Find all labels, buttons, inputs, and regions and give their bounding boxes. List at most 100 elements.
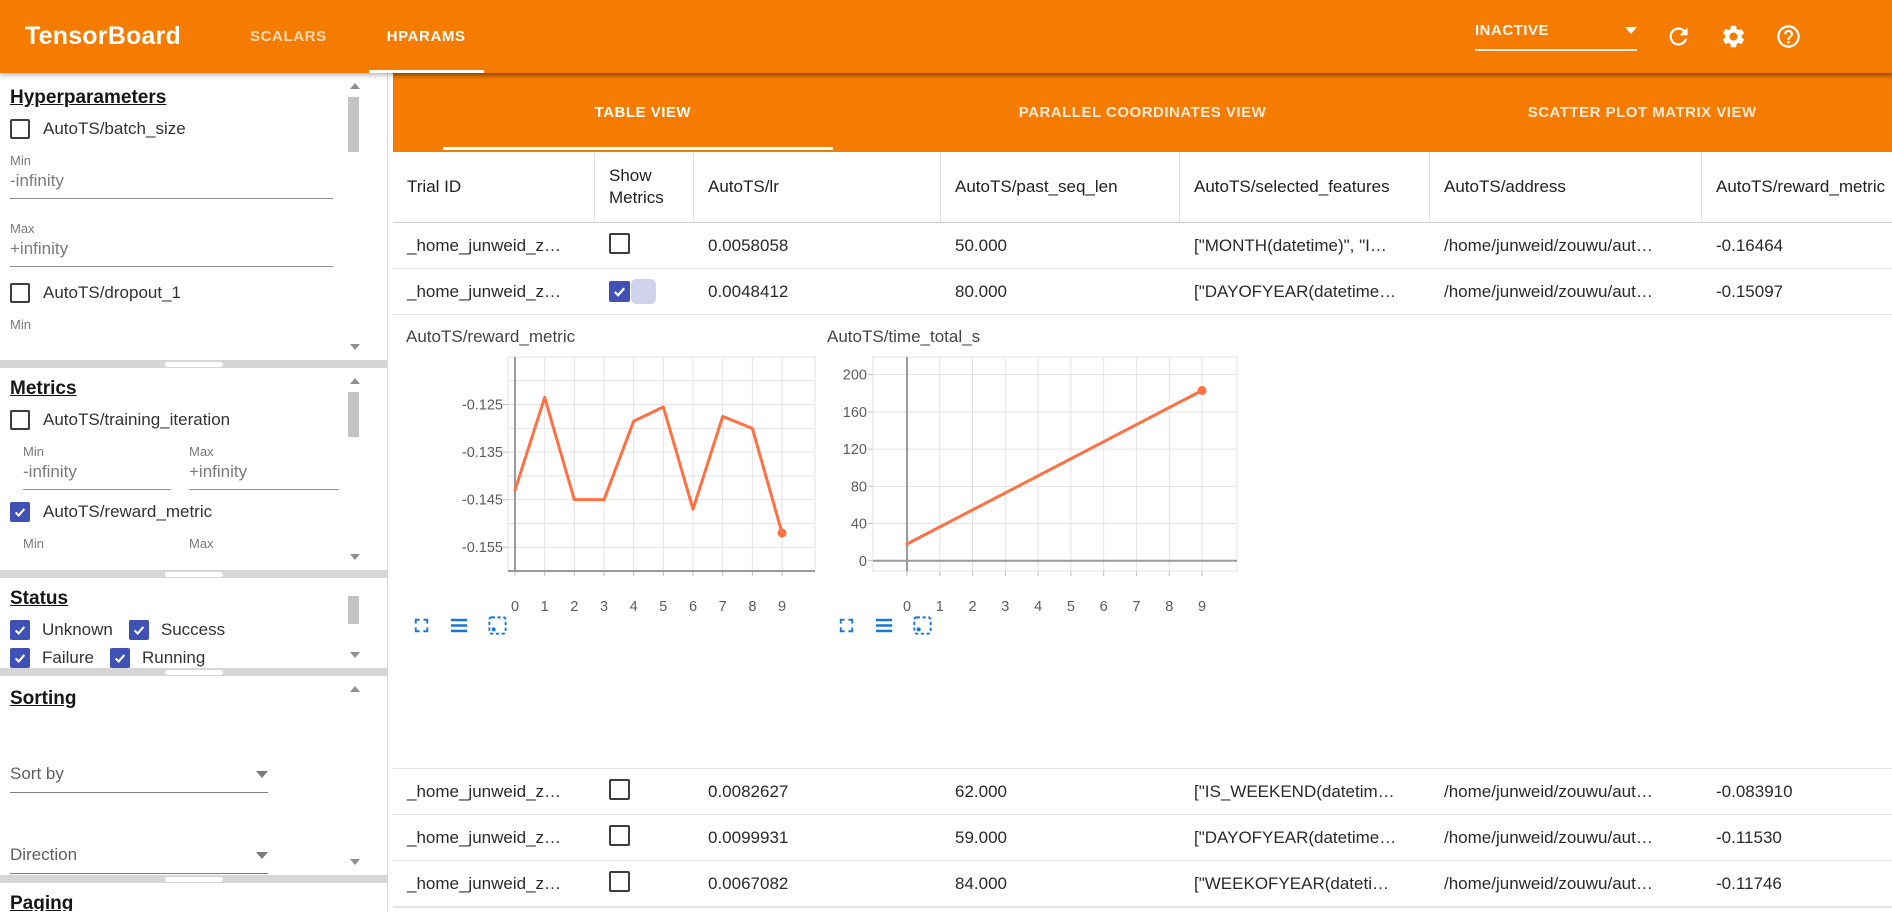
show-metrics-checkbox[interactable]	[609, 281, 630, 302]
metric-line-charts[interactable]: 0123456789-0.125-0.135-0.145-0.155012345…	[393, 315, 1892, 768]
settings-gear-icon[interactable]	[1720, 23, 1747, 50]
chevron-down-icon	[256, 852, 268, 859]
section-resize-handle[interactable]	[0, 668, 387, 676]
table-row[interactable]: _home_junweid_z… 0.0058058 50.000 ["MONT…	[393, 223, 1892, 269]
metric-label: AutoTS/training_iteration	[43, 410, 230, 430]
scrollbar-thumb[interactable]	[348, 392, 359, 437]
hparam-batch-size-row: AutoTS/batch_size	[10, 119, 335, 139]
expand-icon[interactable]	[410, 614, 433, 637]
help-icon[interactable]	[1775, 23, 1802, 50]
refresh-icon[interactable]	[1665, 23, 1692, 50]
checkbox-batch-size[interactable]	[10, 119, 30, 139]
scroll-up-icon[interactable]	[350, 686, 360, 692]
max-input[interactable]: +infinity	[10, 236, 333, 267]
show-metrics-checkbox[interactable]	[609, 779, 630, 800]
col-show-metrics[interactable]: Show Metrics	[595, 152, 694, 222]
cell-lr: 0.0067082	[694, 874, 941, 894]
section-hyperparameters: Hyperparameters AutoTS/batch_size Min -i…	[0, 73, 387, 360]
max-input[interactable]: +infinity	[189, 459, 339, 490]
col-past-seq-len[interactable]: AutoTS/past_seq_len	[941, 152, 1180, 222]
run-status-dropdown[interactable]: INACTIVE	[1475, 22, 1637, 51]
cell-show-metrics	[595, 233, 694, 259]
scroll-down-icon[interactable]	[350, 554, 360, 560]
checkbox-dropout-1[interactable]	[10, 283, 30, 303]
col-reward-metric[interactable]: AutoTS/reward_metric	[1702, 152, 1892, 222]
show-metrics-checkbox[interactable]	[609, 825, 630, 846]
expand-icon[interactable]	[835, 614, 858, 637]
min-input[interactable]: -infinity	[10, 168, 333, 199]
cell-past-seq-len: 80.000	[941, 282, 1180, 302]
show-metrics-checkbox[interactable]	[609, 871, 630, 892]
dashed-box-icon[interactable]	[911, 614, 934, 637]
section-resize-handle[interactable]	[0, 360, 387, 368]
checkbox-status-failure[interactable]	[10, 648, 30, 668]
table-row[interactable]: _home_junweid_z… 0.0067082 84.000 ["WEEK…	[393, 861, 1892, 907]
lines-icon[interactable]	[448, 614, 471, 637]
metric-minmax-grid: Min Max	[23, 526, 335, 551]
col-lr[interactable]: AutoTS/lr	[694, 152, 941, 222]
svg-text:1: 1	[936, 599, 944, 615]
scroll-down-icon[interactable]	[350, 344, 360, 350]
hparam-dropout-row: AutoTS/dropout_1	[10, 283, 335, 303]
run-status-value: INACTIVE	[1475, 22, 1549, 39]
cell-address: /home/junweid/zouwu/aut…	[1430, 828, 1702, 848]
col-address[interactable]: AutoTS/address	[1430, 152, 1702, 222]
tab-scalars[interactable]: SCALARS	[220, 0, 357, 73]
section-scrollbar[interactable]	[348, 376, 361, 562]
checkbox-status-success[interactable]	[129, 620, 149, 640]
sort-by-select[interactable]: Sort by	[10, 760, 268, 793]
hyperparameters-heading: Hyperparameters	[10, 87, 335, 109]
col-trial-id[interactable]: Trial ID	[393, 152, 595, 222]
scroll-up-icon[interactable]	[350, 378, 360, 384]
table-row[interactable]: _home_junweid_z… 0.0082627 62.000 ["IS_W…	[393, 768, 1892, 815]
cell-address: /home/junweid/zouwu/aut…	[1430, 236, 1702, 256]
metric-minmax-grid: Min -infinity Max +infinity	[23, 434, 335, 490]
svg-text:-0.155: -0.155	[462, 540, 503, 556]
section-sorting: Sorting Sort by Direction	[0, 676, 387, 875]
direction-select[interactable]: Direction	[10, 841, 268, 874]
checkbox-status-unknown[interactable]	[10, 620, 30, 640]
cell-trial-id: _home_junweid_z…	[393, 874, 595, 894]
min-label: Min	[23, 444, 173, 459]
tab-hparams[interactable]: HPARAMS	[357, 0, 496, 73]
svg-text:-0.125: -0.125	[462, 398, 503, 414]
scrollbar-thumb[interactable]	[348, 97, 359, 152]
table-row[interactable]: _home_junweid_z… 0.0048412 80.000 ["DAYO…	[393, 269, 1892, 315]
table-row[interactable]: _home_junweid_z… 0.0099931 59.000 ["DAYO…	[393, 815, 1892, 861]
svg-text:7: 7	[719, 599, 727, 615]
scroll-up-icon[interactable]	[350, 83, 360, 89]
svg-text:2: 2	[570, 599, 578, 615]
scrollbar-thumb[interactable]	[348, 596, 359, 624]
svg-text:3: 3	[600, 599, 608, 615]
tab-scatter-plot-matrix-view[interactable]: SCATTER PLOT MATRIX VIEW	[1392, 73, 1892, 152]
hparams-main: TABLE VIEW PARALLEL COORDINATES VIEW SCA…	[393, 73, 1892, 911]
svg-text:4: 4	[630, 599, 638, 615]
lines-icon[interactable]	[873, 614, 896, 637]
checkbox-reward-metric[interactable]	[10, 502, 30, 522]
checkbox-training-iteration[interactable]	[10, 410, 30, 430]
cell-show-metrics	[595, 825, 694, 851]
section-scrollbar[interactable]	[348, 586, 361, 660]
svg-text:120: 120	[843, 442, 867, 458]
chevron-down-icon	[256, 771, 268, 778]
cell-trial-id: _home_junweid_z…	[393, 236, 595, 256]
cell-lr: 0.0099931	[694, 828, 941, 848]
cell-selected-features: ["IS_WEEKEND(datetim…	[1180, 782, 1430, 802]
dashed-box-icon[interactable]	[486, 614, 509, 637]
scroll-down-icon[interactable]	[350, 652, 360, 658]
cell-trial-id: _home_junweid_z…	[393, 782, 595, 802]
section-resize-handle[interactable]	[0, 570, 387, 578]
checkbox-status-running[interactable]	[110, 648, 130, 668]
tab-parallel-coordinates-view[interactable]: PARALLEL COORDINATES VIEW	[893, 73, 1393, 152]
metric-reward-row: AutoTS/reward_metric	[10, 502, 335, 522]
show-metrics-checkbox[interactable]	[609, 233, 630, 254]
scroll-down-icon[interactable]	[350, 859, 360, 865]
min-input[interactable]: -infinity	[23, 459, 171, 490]
section-resize-handle[interactable]	[0, 875, 387, 883]
hparam-label: AutoTS/batch_size	[43, 119, 186, 139]
section-scrollbar[interactable]	[348, 684, 361, 867]
section-scrollbar[interactable]	[348, 81, 361, 352]
tab-table-view[interactable]: TABLE VIEW	[393, 73, 893, 152]
col-selected-features[interactable]: AutoTS/selected_features	[1180, 152, 1430, 222]
cell-reward-metric: -0.083910	[1702, 782, 1892, 802]
